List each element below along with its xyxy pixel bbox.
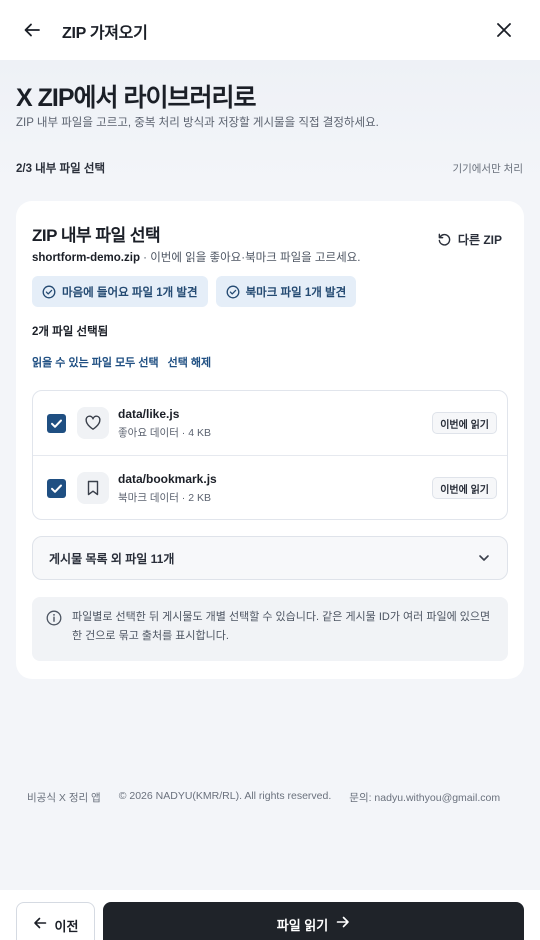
- other-zip-button[interactable]: 다른 ZIP: [437, 231, 502, 248]
- checkmark-icon: [51, 419, 62, 428]
- zip-file-line: shortform-demo.zip · 이번에 읽을 좋아요·북마크 파일을 …: [32, 249, 360, 265]
- check-circle-icon: [226, 285, 240, 298]
- bottom-action-bar: 이전 파일 읽기: [0, 890, 540, 940]
- main-heading: X ZIP에서 라이브러리로: [16, 84, 256, 112]
- file-checkbox-like[interactable]: [47, 413, 66, 433]
- file-row-bookmark[interactable]: data/bookmark.js 북마크 데이터 · 2 KB 이번에 읽기: [33, 456, 507, 519]
- file-meta: 좋아요 데이터 · 4 KB: [118, 427, 211, 439]
- info-notice: 파일별로 선택한 뒤 게시물도 개별 선택할 수 있습니다. 같은 게시물 ID…: [32, 597, 508, 661]
- zip-file-hint: · 이번에 읽을 좋아요·북마크 파일을 고르세요.: [139, 252, 361, 264]
- main-subheading: ZIP 내부 파일을 고르고, 중복 처리 방식과 저장할 게시물을 직접 결정…: [16, 117, 379, 129]
- file-icon-box: [77, 407, 109, 439]
- read-files-label: 파일 읽기: [276, 918, 329, 933]
- footer-contact[interactable]: 문의: nadyu.withyou@gmail.com: [349, 790, 500, 805]
- chip-bookmarks-label: 북마크 파일 1개 발견: [245, 286, 347, 299]
- file-checkbox-bookmark[interactable]: [47, 478, 66, 498]
- other-files-expander[interactable]: 게시물 목록 외 파일 11개: [32, 536, 508, 580]
- zip-file-name: shortform-demo.zip: [32, 252, 140, 264]
- checkmark-icon: [51, 484, 62, 493]
- chevron-down-icon: [479, 555, 489, 561]
- file-name: data/like.js: [118, 407, 180, 421]
- chip-likes-label: 마음에 들어요 파일 1개 발견: [62, 286, 198, 299]
- file-read-badge: 이번에 읽기: [432, 477, 497, 499]
- device-only-note: 기기에서만 처리: [452, 163, 523, 175]
- card-title: ZIP 내부 파일 선택: [32, 226, 161, 245]
- page-title: ZIP 가져오기: [62, 25, 148, 42]
- other-files-label: 게시물 목록 외 파일 11개: [49, 551, 175, 566]
- footer-app-name: 비공식 X 정리 앱: [27, 792, 101, 804]
- step-indicator: 2/3 내부 파일 선택: [16, 163, 106, 175]
- file-row-like[interactable]: data/like.js 좋아요 데이터 · 4 KB 이번에 읽기: [33, 391, 507, 456]
- arrow-left-icon: [33, 917, 46, 929]
- file-meta: 북마크 데이터 · 2 KB: [118, 492, 211, 504]
- chip-likes-found: 마음에 들어요 파일 1개 발견: [32, 276, 208, 307]
- file-icon-box: [77, 472, 109, 504]
- file-name: data/bookmark.js: [118, 472, 217, 486]
- chip-bookmarks-found: 북마크 파일 1개 발견: [215, 276, 357, 307]
- info-text: 파일별로 선택한 뒤 게시물도 개별 선택할 수 있습니다. 같은 게시물 ID…: [72, 611, 491, 642]
- prev-button[interactable]: 이전: [16, 902, 95, 940]
- footer: 비공식 X 정리 앱 © 2026 NADYU(KMR/RL). All rig…: [27, 790, 500, 805]
- arrow-right-icon: [336, 916, 350, 928]
- file-list: data/like.js 좋아요 데이터 · 4 KB 이번에 읽기 data/…: [32, 390, 508, 520]
- footer-copyright: © 2026 NADYU(KMR/RL). All rights reserve…: [118, 790, 332, 802]
- check-circle-icon: [42, 285, 56, 298]
- selection-actions: 읽을 수 있는 파일 모두 선택 선택 해제: [32, 354, 211, 370]
- deselect-link[interactable]: 선택 해제: [168, 354, 212, 370]
- file-select-card: ZIP 내부 파일 선택 다른 ZIP shortform-demo.zip ·…: [16, 201, 524, 679]
- bookmark-icon: [87, 480, 99, 496]
- heart-icon: [85, 415, 101, 430]
- prev-label: 이전: [54, 919, 79, 934]
- info-icon: [46, 610, 62, 626]
- selected-count: 2개 파일 선택됨: [32, 326, 109, 338]
- file-read-badge: 이번에 읽기: [432, 412, 497, 434]
- back-button[interactable]: [18, 16, 46, 44]
- other-zip-label: 다른 ZIP: [457, 233, 502, 247]
- close-icon: [497, 23, 511, 37]
- select-all-link[interactable]: 읽을 수 있는 파일 모두 선택: [32, 354, 159, 370]
- read-files-button[interactable]: 파일 읽기: [103, 902, 524, 940]
- refresh-icon: [438, 233, 451, 246]
- found-chips: 마음에 들어요 파일 1개 발견 북마크 파일 1개 발견: [32, 276, 357, 307]
- arrow-left-icon: [24, 23, 40, 37]
- top-bar: ZIP 가져오기: [0, 0, 540, 60]
- close-button[interactable]: [490, 16, 518, 44]
